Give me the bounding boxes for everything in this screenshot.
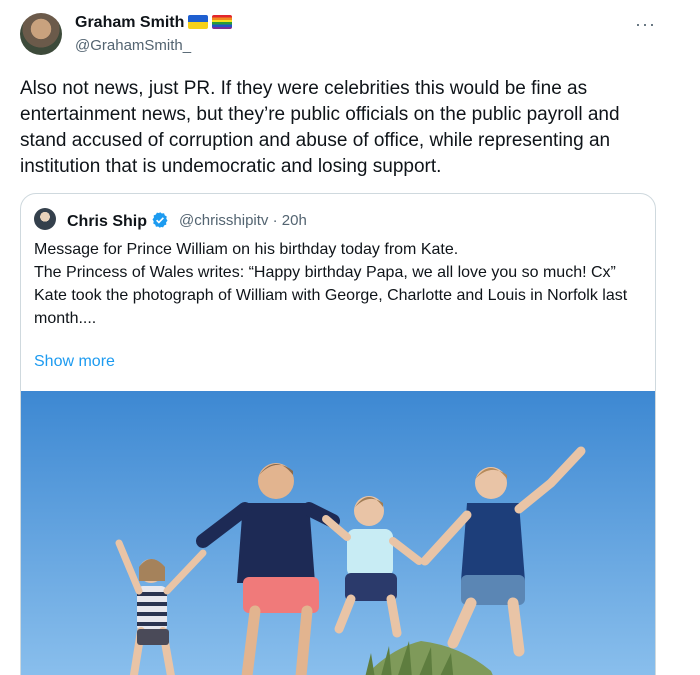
quoted-author-avatar — [34, 208, 56, 230]
quoted-line: The Princess of Wales writes: “Happy bir… — [34, 264, 616, 281]
pride-flag-icon — [212, 15, 233, 29]
more-options-icon[interactable]: ··· — [635, 14, 656, 35]
ukraine-flag-icon — [188, 15, 209, 29]
quoted-author-name-text: Chris Ship — [67, 213, 148, 230]
quoted-text: Message for Prince William on his birthd… — [34, 238, 644, 330]
quoted-meta: @chrisshipitv · 20h — [179, 212, 307, 229]
verified-badge-icon — [152, 212, 168, 228]
tweet-text: Also not news, just PR. If they were cel… — [20, 78, 620, 177]
quoted-photo[interactable] — [21, 391, 655, 675]
author-name[interactable]: Graham Smith — [75, 14, 233, 32]
author-name-text[interactable]: Graham Smith — [75, 14, 184, 31]
quoted-author-name: Chris Ship — [67, 211, 169, 231]
author-handle[interactable]: @GrahamSmith_ — [75, 37, 191, 54]
show-more-link[interactable]: Show more — [34, 353, 115, 371]
meta-separator: · — [272, 212, 278, 229]
family-jumping-photo — [21, 391, 655, 675]
quoted-line: Message for Prince William on his birthd… — [34, 241, 459, 258]
quoted-time[interactable]: 20h — [282, 212, 307, 229]
quoted-tweet[interactable]: Chris Ship @chrisshipitv · 20h Message f… — [20, 193, 656, 675]
author-avatar[interactable] — [20, 13, 62, 55]
quoted-handle: @chrisshipitv — [179, 212, 269, 229]
quoted-line: Kate took the photograph of William with… — [34, 287, 628, 327]
